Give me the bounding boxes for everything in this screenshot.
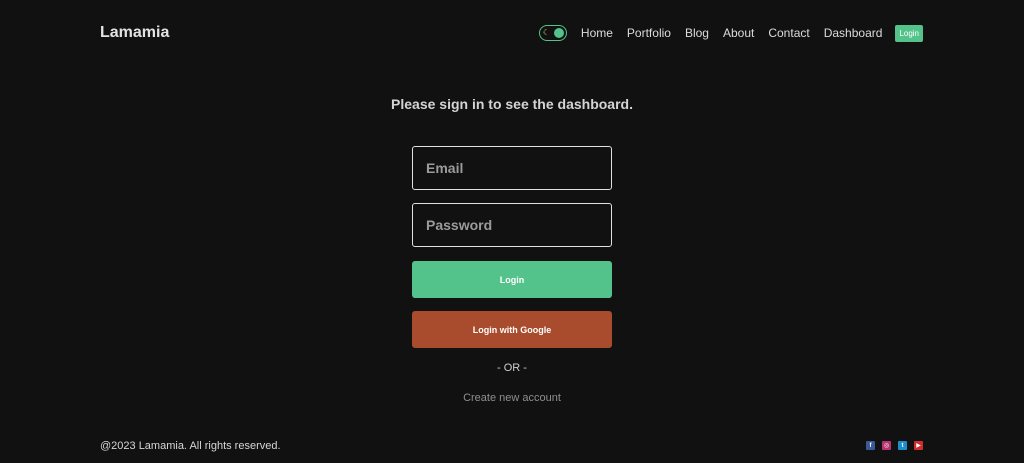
create-account-row: Create new account [0,388,1024,406]
or-separator: - OR - [497,362,527,374]
page: Lamamia ☾ Home Portfolio Blog About Cont… [0,0,1024,463]
toggle-knob [553,28,564,38]
nav-link-about[interactable]: About [723,26,754,40]
signin-prompt: Please sign in to see the dashboard. [391,96,633,112]
nav-link-blog[interactable]: Blog [685,26,709,40]
main-nav: ☾ Home Portfolio Blog About Contact Dash… [538,24,923,42]
brand-logo[interactable]: Lamamia [100,24,169,42]
social-links: f ◎ t ▶ [859,441,923,450]
nav-link-contact[interactable]: Contact [768,26,809,40]
nav-link-portfolio[interactable]: Portfolio [627,26,671,40]
twitter-icon[interactable]: t [898,441,907,450]
instagram-icon[interactable]: ◎ [882,441,891,450]
footer-copyright: @2023 Lamamia. All rights reserved. [100,440,281,452]
password-field[interactable] [412,203,612,247]
create-account-link[interactable]: Create new account [463,392,561,404]
facebook-icon[interactable]: f [866,441,875,450]
nav-login-button[interactable]: Login [895,24,923,42]
youtube-icon[interactable]: ▶ [914,441,923,450]
nav-link-dashboard[interactable]: Dashboard [824,26,883,40]
moon-icon: ☾ [542,28,551,37]
theme-toggle[interactable]: ☾ [538,25,567,41]
google-login-button[interactable]: Login with Google [412,311,612,348]
login-button[interactable]: Login [412,261,612,298]
email-field[interactable] [412,146,612,190]
nav-link-home[interactable]: Home [581,26,613,40]
